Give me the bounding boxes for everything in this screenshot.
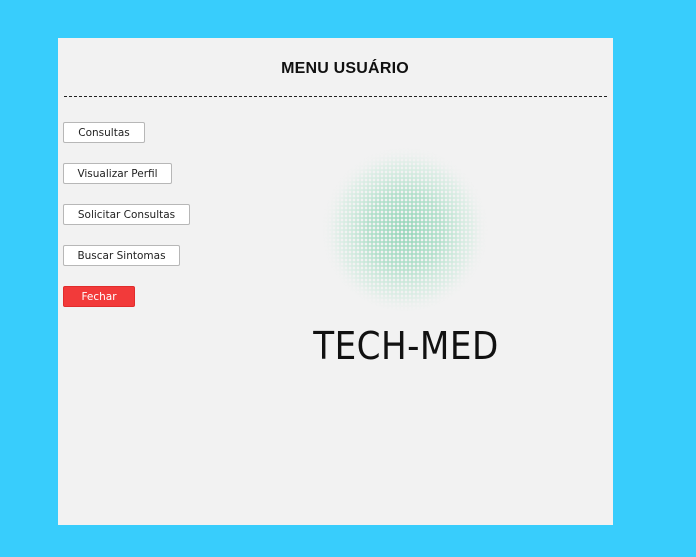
- solicitar-consultas-button[interactable]: Solicitar Consultas: [63, 204, 190, 225]
- title-divider: [64, 96, 607, 97]
- main-panel: MENU USUÁRIO Consultas Visualizar Perfil…: [58, 38, 613, 525]
- buscar-sintomas-button[interactable]: Buscar Sintomas: [63, 245, 180, 266]
- consultas-button[interactable]: Consultas: [63, 122, 145, 143]
- halftone-circle-logo-icon: [321, 143, 489, 311]
- fechar-button[interactable]: Fechar: [63, 286, 135, 307]
- visualizar-perfil-button[interactable]: Visualizar Perfil: [63, 163, 172, 184]
- brand-name: TECH-MED: [313, 324, 499, 368]
- page-title: MENU USUÁRIO: [281, 60, 409, 77]
